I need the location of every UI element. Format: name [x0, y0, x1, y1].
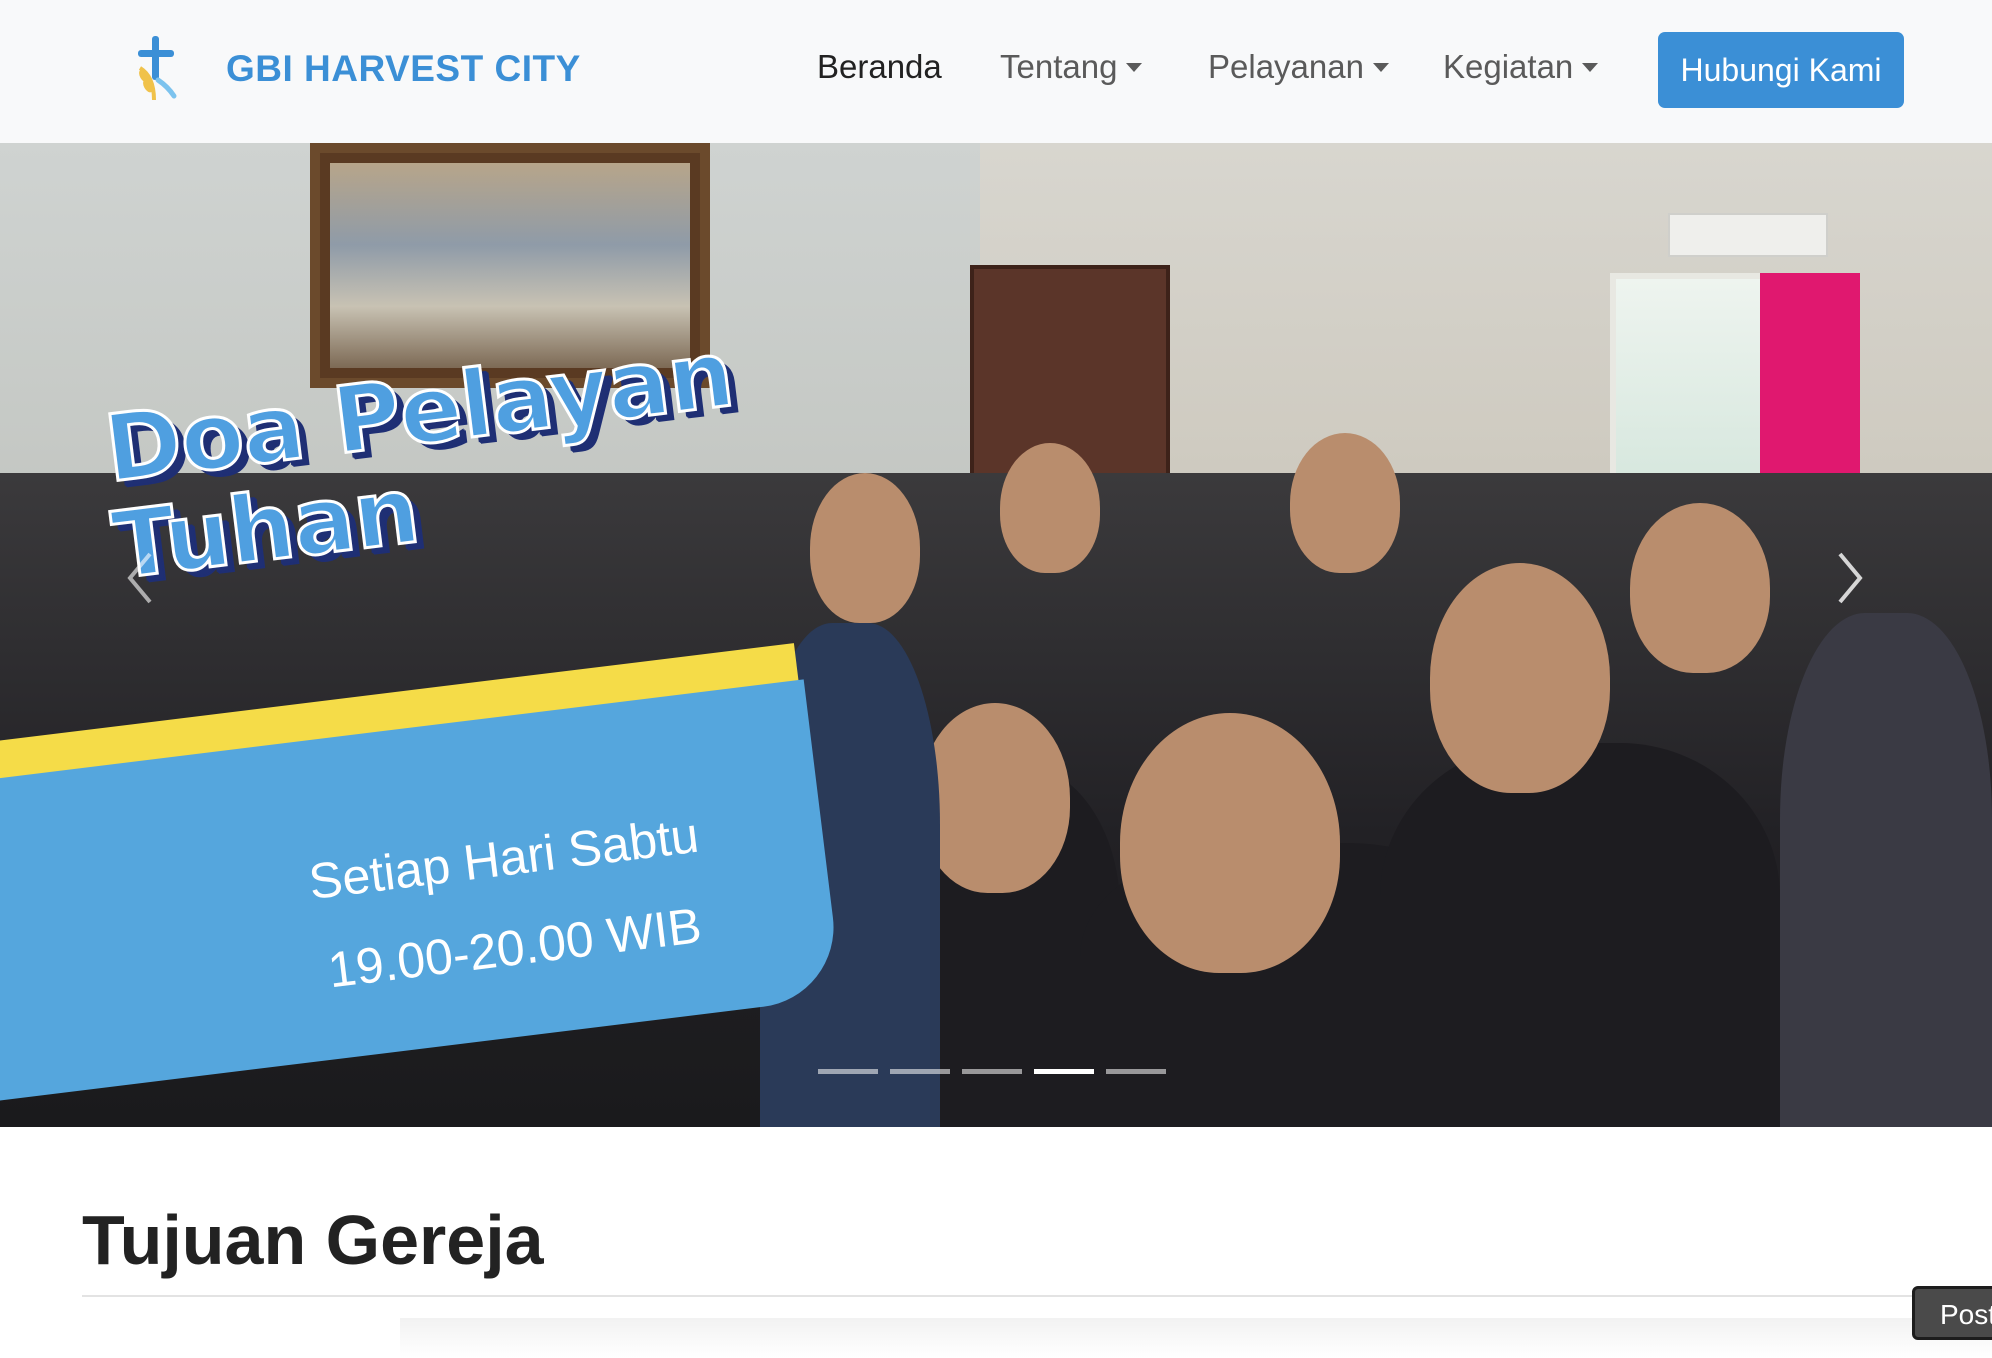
carousel-prev-button[interactable] — [110, 538, 170, 618]
carousel-indicators — [818, 1069, 1166, 1074]
carousel-indicator-5[interactable] — [1106, 1069, 1166, 1074]
nav-item-beranda[interactable]: Beranda — [817, 48, 942, 86]
nav-item-label: Kegiatan — [1443, 48, 1574, 85]
section-divider — [82, 1295, 1992, 1297]
carousel-indicator-2[interactable] — [890, 1069, 950, 1074]
navbar: GBI HARVEST CITY Beranda Tentang Pelayan… — [0, 0, 1992, 143]
caret-down-icon — [1372, 62, 1389, 72]
caret-down-icon — [1582, 62, 1599, 72]
carousel-next-button[interactable] — [1820, 538, 1880, 618]
chevron-left-icon — [127, 552, 152, 604]
chevron-right-icon — [1838, 552, 1863, 604]
nav-item-label: Pelayanan — [1208, 48, 1364, 85]
hero-carousel: Doa Pelayan Tuhan Setiap Hari Sabtu 19.0… — [0, 143, 1992, 1127]
carousel-indicator-4[interactable] — [1034, 1069, 1094, 1074]
tooltip: Post — [1912, 1286, 1992, 1340]
carousel-indicator-1[interactable] — [818, 1069, 878, 1074]
nav-item-kegiatan[interactable]: Kegiatan — [1443, 48, 1599, 86]
nav-item-pelayanan[interactable]: Pelayanan — [1208, 48, 1389, 86]
caret-down-icon — [1126, 62, 1143, 72]
content-card-edge — [400, 1318, 1992, 1358]
contact-button[interactable]: Hubungi Kami — [1658, 32, 1904, 108]
nav-item-label: Tentang — [1000, 48, 1118, 85]
nav-item-label: Beranda — [817, 48, 942, 85]
section-title: Tujuan Gereja — [82, 1201, 544, 1279]
carousel-indicator-3[interactable] — [962, 1069, 1022, 1074]
nav-item-tentang[interactable]: Tentang — [1000, 48, 1143, 86]
